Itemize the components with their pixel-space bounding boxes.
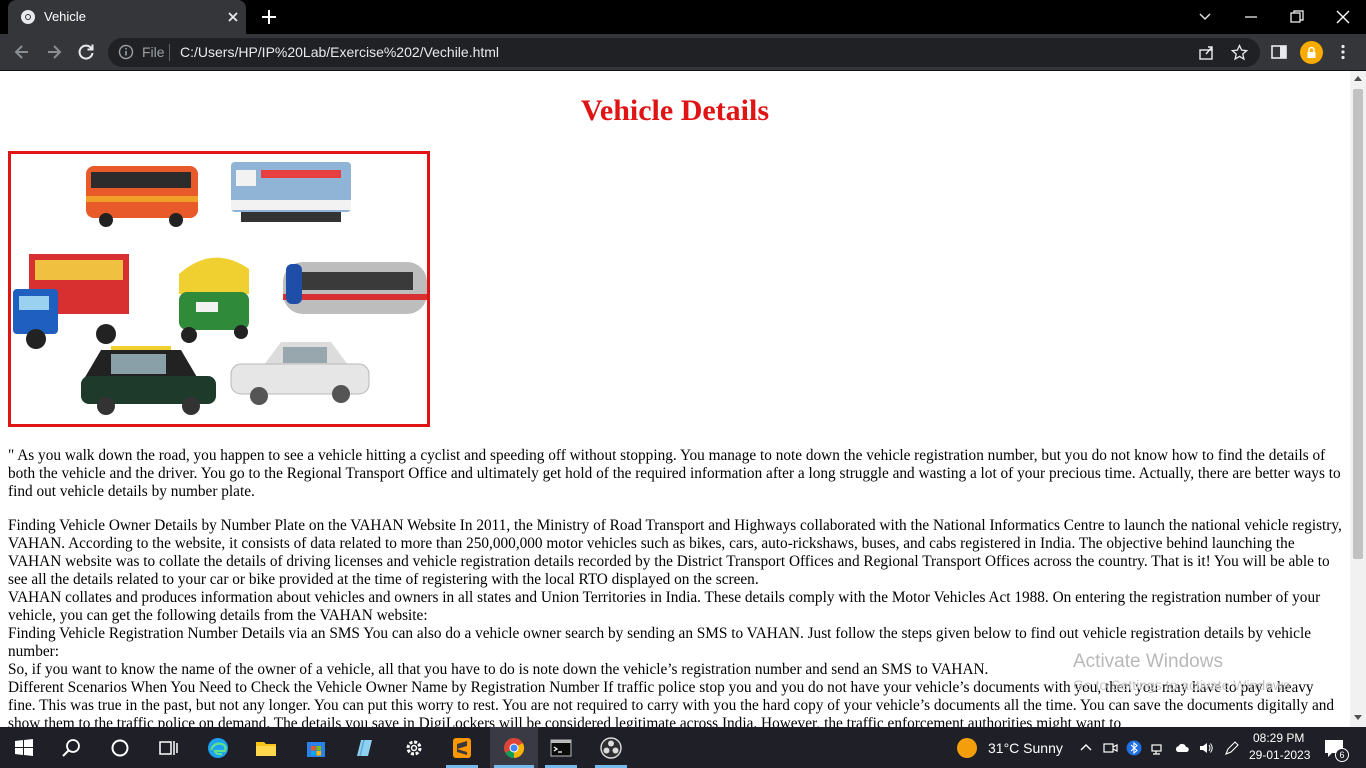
scroll-down-arrow[interactable] xyxy=(1354,715,1362,720)
clock-date[interactable]: 29-01-2023 xyxy=(1249,748,1310,762)
vehicle-image xyxy=(8,151,430,427)
url-scheme-label: File xyxy=(142,44,165,60)
search-icon[interactable] xyxy=(60,736,84,760)
edge-browser-icon[interactable] xyxy=(206,736,230,760)
vehicles-illustration xyxy=(13,162,427,415)
reload-icon[interactable] xyxy=(76,42,96,62)
meet-now-icon[interactable] xyxy=(1102,740,1118,756)
truck-illustration xyxy=(13,254,129,349)
obs-studio-icon[interactable] xyxy=(599,736,623,760)
star-icon[interactable] xyxy=(1231,44,1248,61)
page-heading: Vehicle Details xyxy=(580,94,770,127)
minimize-icon[interactable] xyxy=(1240,6,1262,28)
chrome-favicon-icon xyxy=(21,10,35,24)
cortana-icon[interactable] xyxy=(108,736,132,760)
url-text[interactable]: C:/Users/HP/IP%20Lab/Exercise%202/Vechil… xyxy=(180,44,499,60)
notepad-icon[interactable] xyxy=(352,736,376,760)
weather-sun-icon[interactable] xyxy=(955,736,979,760)
white-taxi-illustration xyxy=(230,342,370,405)
microsoft-store-icon[interactable] xyxy=(304,736,328,760)
task-view-icon[interactable] xyxy=(156,736,180,760)
browser-tab-vehicle[interactable]: Vehicle xyxy=(8,0,246,34)
clock-time[interactable]: 08:29 PM xyxy=(1253,731,1304,745)
black-taxi-illustration xyxy=(81,346,216,415)
lock-icon xyxy=(1307,46,1316,58)
sublime-text-icon[interactable] xyxy=(450,736,474,760)
network-icon[interactable] xyxy=(1150,740,1166,756)
chevron-down-icon[interactable] xyxy=(1194,6,1216,28)
url-separator xyxy=(169,44,170,61)
restore-icon[interactable] xyxy=(1286,6,1308,28)
vahan-details-text: VAHAN collates and produces information … xyxy=(8,589,1321,624)
page-scrollbar[interactable] xyxy=(1350,71,1366,727)
weather-text[interactable]: 31°C Sunny xyxy=(988,740,1063,756)
close-icon[interactable] xyxy=(224,8,242,26)
scroll-up-arrow[interactable] xyxy=(1354,76,1362,81)
browser-titlebar: Vehicle xyxy=(0,0,1366,34)
intro-paragraph: " As you walk down the road, you happen … xyxy=(8,447,1341,500)
windows-start-icon[interactable] xyxy=(12,736,36,760)
bluetooth-icon[interactable] xyxy=(1126,740,1142,756)
notification-count-badge: 6 xyxy=(1335,748,1349,762)
notification-center-button[interactable]: 6 xyxy=(1322,736,1349,762)
activate-windows-subtitle: Go to Settings to activate Windows. xyxy=(1073,677,1294,693)
chrome-icon[interactable] xyxy=(502,736,526,760)
auto-rickshaw-illustration xyxy=(179,257,249,343)
tab-title: Vehicle xyxy=(44,9,86,24)
windows-taskbar: 31°C Sunny 08:29 PM 29-01-2023 6 xyxy=(0,727,1366,768)
command-prompt-icon[interactable] xyxy=(549,736,573,760)
profile-avatar[interactable] xyxy=(1300,41,1323,64)
chevron-up-icon[interactable] xyxy=(1078,740,1094,756)
metro-train-illustration xyxy=(283,262,427,314)
vahan-website-text: Finding Vehicle Owner Details by Number … xyxy=(8,517,1342,588)
window-close-icon[interactable] xyxy=(1332,6,1354,28)
back-arrow-icon[interactable] xyxy=(12,42,32,62)
scroll-thumb[interactable] xyxy=(1353,89,1363,559)
info-icon[interactable] xyxy=(118,44,134,60)
bus-illustration xyxy=(86,166,198,227)
plus-icon[interactable] xyxy=(260,8,278,26)
side-panel-icon[interactable] xyxy=(1270,43,1288,61)
onedrive-cloud-icon[interactable] xyxy=(1174,740,1190,756)
forward-arrow-icon[interactable] xyxy=(44,42,64,62)
address-bar[interactable]: File C:/Users/HP/IP%20Lab/Exercise%202/V… xyxy=(108,38,1260,67)
share-icon[interactable] xyxy=(1198,44,1215,61)
language-pen-icon[interactable] xyxy=(1224,740,1240,756)
file-explorer-icon[interactable] xyxy=(254,736,278,760)
browser-toolbar: File C:/Users/HP/IP%20Lab/Exercise%202/V… xyxy=(0,34,1366,71)
volume-icon[interactable] xyxy=(1198,740,1214,756)
kebab-menu-icon[interactable] xyxy=(1334,43,1352,61)
activate-windows-title: Activate Windows xyxy=(1073,651,1223,672)
train-engine-illustration xyxy=(231,162,351,222)
settings-gear-icon[interactable] xyxy=(402,736,426,760)
web-page: Vehicle Details " As you walk down the r… xyxy=(0,71,1350,727)
